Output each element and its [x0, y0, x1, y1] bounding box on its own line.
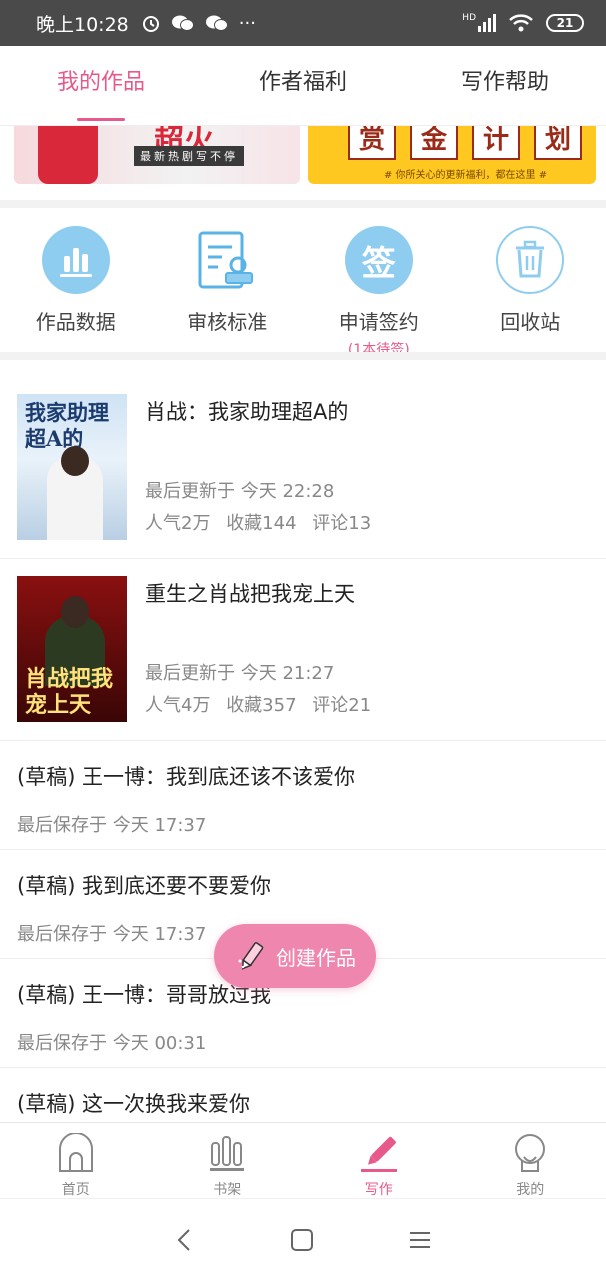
nav-label: 首页 — [61, 1182, 90, 1198]
bookshelf-icon — [210, 1136, 245, 1171]
banner-char: 计 — [472, 126, 520, 160]
tab-author-benefits[interactable]: 作者福利 — [202, 46, 404, 125]
draft-title: (草稿) 我到底还要不要爱你 — [17, 874, 272, 898]
pencil-icon — [238, 942, 264, 970]
cover-title: 肖战把我宠上天 — [25, 666, 114, 718]
nav-write[interactable]: 写作 — [303, 1123, 455, 1198]
section-divider — [0, 200, 606, 208]
book-favorites: 收藏357 — [226, 695, 297, 716]
menu-icon[interactable] — [407, 1227, 433, 1253]
func-works-data[interactable]: 作品数据 — [0, 208, 152, 352]
draft-item[interactable]: (草稿) 王一博：我到底还该不该爱你 最后保存于 今天 17:37 — [0, 741, 606, 850]
bottom-nav: 首页 书架 写作 我的 — [0, 1122, 606, 1198]
func-label: 作品数据 — [35, 310, 116, 334]
func-review-standard[interactable]: 审核标准 — [152, 208, 304, 352]
tab-my-works[interactable]: 我的作品 — [0, 46, 202, 125]
func-label: 审核标准 — [187, 310, 268, 334]
system-nav-bar — [0, 1198, 606, 1280]
home-icon — [58, 1132, 93, 1172]
home-button-icon[interactable] — [289, 1227, 315, 1253]
nav-label: 写作 — [364, 1182, 393, 1198]
book-updated: 最后更新于 今天 21:27 — [145, 663, 335, 684]
draft-title: (草稿) 王一博：我到底还该不该爱你 — [17, 765, 356, 789]
create-work-label: 创建作品 — [276, 945, 356, 970]
banner-hot-drama[interactable]: 超火 最新热剧写不停 — [14, 126, 300, 184]
nav-bookshelf[interactable]: 书架 — [152, 1123, 304, 1198]
banner-char: 金 — [410, 126, 458, 160]
banner-note: # 你所关心的更新福利，都在这里 # — [384, 170, 548, 181]
draft-title: (草稿) 这一次换我来爱你 — [17, 1092, 251, 1116]
status-time: 晚上10:28 — [36, 13, 129, 36]
back-icon[interactable] — [173, 1226, 197, 1254]
banner-char: 划 — [534, 126, 582, 160]
func-label: 申请签约 — [338, 310, 419, 334]
wechat-icon — [171, 15, 194, 31]
book-title: 重生之肖战把我宠上天 — [145, 582, 355, 606]
pen-icon — [360, 1136, 397, 1172]
book-favorites: 收藏144 — [226, 513, 297, 534]
banner-figure — [38, 126, 98, 184]
book-popularity: 人气4万 — [145, 695, 211, 716]
status-bar: 晚上10:28 ··· HD 21 — [0, 0, 606, 46]
sign-icon: 签 — [344, 226, 413, 294]
book-cover: 肖战把我宠上天 — [17, 576, 127, 722]
nav-mine[interactable]: 我的 — [455, 1123, 606, 1198]
sign-icon-text: 签 — [361, 243, 396, 284]
cover-title: 我家助理超A的 — [25, 400, 109, 451]
nav-home[interactable]: 首页 — [0, 1123, 152, 1198]
document-check-icon — [193, 226, 261, 294]
func-apply-contract[interactable]: 签 申请签约 (1本待签) — [303, 208, 455, 358]
book-comments: 评论21 — [312, 695, 372, 716]
bar-chart-icon — [41, 226, 110, 294]
trash-icon — [496, 226, 565, 294]
section-divider — [0, 352, 606, 360]
banner-subtitle: 最新热剧写不停 — [134, 146, 244, 166]
create-work-button[interactable]: 创建作品 — [214, 924, 376, 988]
wechat-icon-2 — [205, 15, 228, 31]
banner-reward-plan[interactable]: 赏 金 计 划 # 你所关心的更新福利，都在这里 # — [308, 126, 596, 184]
banner-char: 赏 — [348, 126, 396, 160]
function-grid: 作品数据 审核标准 签 申请签约 (1本待签) 回收站 — [0, 208, 606, 358]
nav-label: 书架 — [213, 1182, 242, 1198]
tab-writing-help[interactable]: 写作帮助 — [404, 46, 606, 125]
profile-icon — [515, 1134, 546, 1172]
battery-icon: 21 — [546, 14, 584, 32]
book-comments: 评论13 — [312, 513, 372, 534]
draft-saved-time: 最后保存于 今天 00:31 — [17, 1033, 207, 1054]
func-label: 回收站 — [500, 310, 561, 334]
nav-label: 我的 — [516, 1182, 545, 1198]
banner-carousel: 超火 最新热剧写不停 赏 金 计 划 # 你所关心的更新福利，都在这里 # — [0, 126, 606, 200]
hd-signal-icon: HD — [462, 14, 496, 32]
more-notifications-icon: ··· — [238, 12, 256, 34]
func-recycle-bin[interactable]: 回收站 — [455, 208, 606, 352]
draft-saved-time: 最后保存于 今天 17:37 — [17, 815, 207, 836]
wifi-icon — [509, 14, 533, 32]
book-updated: 最后更新于 今天 22:28 — [145, 481, 335, 502]
book-item[interactable]: 肖战把我宠上天 重生之肖战把我宠上天 最后更新于 今天 21:27 人气4万 收… — [0, 559, 606, 741]
works-list: 我家助理超A的 肖战：我家助理超A的 最后更新于 今天 22:28 人气2万 收… — [0, 360, 606, 1177]
book-cover: 我家助理超A的 — [17, 394, 127, 540]
book-item[interactable]: 我家助理超A的 肖战：我家助理超A的 最后更新于 今天 22:28 人气2万 收… — [0, 360, 606, 559]
book-title: 肖战：我家助理超A的 — [145, 400, 349, 424]
top-tabs: 我的作品 作者福利 写作帮助 — [0, 46, 606, 126]
alarm-icon — [142, 16, 159, 32]
book-popularity: 人气2万 — [145, 513, 211, 534]
